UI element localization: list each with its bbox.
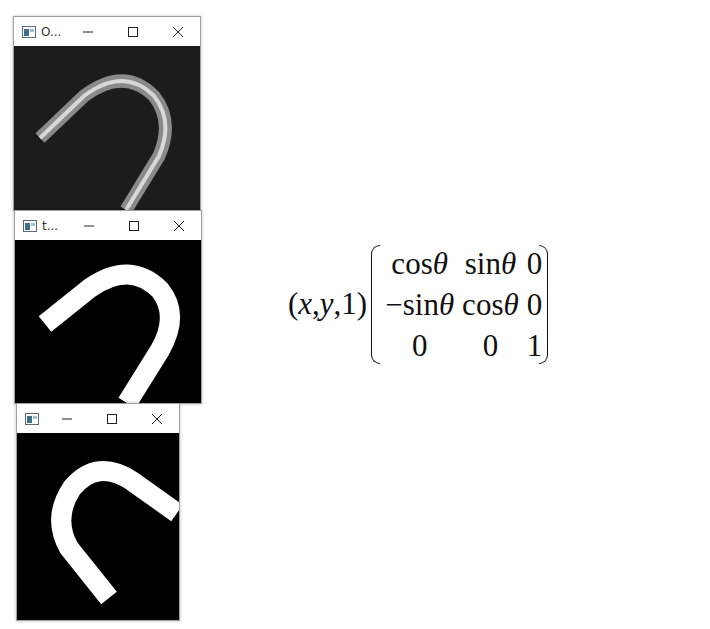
matrix-cell: sinθ (462, 246, 519, 282)
image-window[interactable]: t... (14, 210, 202, 404)
close-button[interactable] (134, 404, 179, 433)
window-title: t... (37, 219, 66, 233)
image-view (17, 433, 179, 620)
row-vector: (x,y,1) (288, 243, 371, 365)
minimize-button[interactable] (44, 404, 89, 433)
matrix-cell: cosθ (462, 287, 519, 323)
matrix-cell: 0 (462, 328, 519, 364)
app-icon (23, 220, 37, 232)
matrix-cell: 0 (385, 328, 454, 364)
title-bar[interactable]: t... (15, 211, 201, 240)
close-icon (173, 27, 183, 37)
minimize-icon (83, 27, 93, 37)
maximize-button[interactable] (111, 211, 156, 240)
minimize-icon (62, 414, 72, 424)
window-controls (66, 211, 201, 240)
matrix-cell: cosθ (385, 246, 454, 282)
matrix-cell: 0 (527, 287, 543, 323)
desktop: O... t... (0, 0, 210, 629)
hook-mask (15, 240, 201, 403)
image-view (14, 46, 200, 210)
hook-photo (14, 46, 200, 210)
matrix-cell: 0 (527, 246, 543, 282)
rotation-matrix: cosθsinθ0−sinθcosθ0001 (371, 243, 548, 366)
maximize-icon (129, 221, 139, 231)
window-controls (44, 404, 179, 433)
minimize-button[interactable] (65, 17, 110, 46)
title-bar[interactable] (17, 404, 179, 433)
title-bar[interactable]: O... (14, 17, 200, 46)
matrix-cell: 1 (527, 328, 543, 364)
matrix-cell: −sinθ (385, 287, 454, 323)
hook-mask-rotated (17, 433, 179, 620)
minimize-icon (84, 221, 94, 231)
window-controls (65, 17, 200, 46)
image-window[interactable]: O... (13, 16, 201, 211)
close-button[interactable] (156, 211, 201, 240)
minimize-button[interactable] (66, 211, 111, 240)
close-icon (152, 414, 162, 424)
close-button[interactable] (155, 17, 200, 46)
maximize-icon (107, 414, 117, 424)
maximize-icon (128, 27, 138, 37)
rotation-formula: (x,y,1)cosθsinθ0−sinθcosθ0001 (210, 0, 710, 629)
image-window[interactable] (16, 403, 180, 621)
app-icon (22, 26, 36, 38)
page: O...t...(x,y,1)cosθsinθ0−sinθcosθ0001 (0, 0, 710, 629)
close-icon (174, 221, 184, 231)
maximize-button[interactable] (89, 404, 134, 433)
image-view (15, 240, 201, 403)
app-icon (25, 413, 39, 425)
maximize-button[interactable] (110, 17, 155, 46)
window-title: O... (36, 25, 65, 39)
